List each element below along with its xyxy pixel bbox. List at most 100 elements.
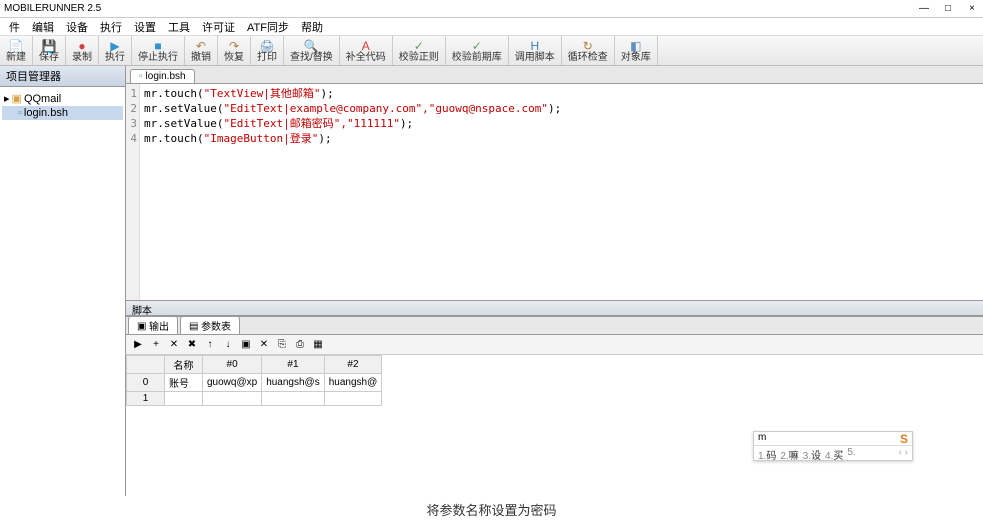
menu-item-6[interactable]: 许可证 xyxy=(197,18,240,36)
param-btn-9[interactable]: ⎙ xyxy=(292,337,308,353)
grid-cell[interactable]: guowq@xp xyxy=(203,374,262,392)
tool-label: 补全代码 xyxy=(346,53,386,63)
param-btn-5[interactable]: ↓ xyxy=(220,337,236,353)
tool-补全代码[interactable]: A补全代码 xyxy=(340,36,393,65)
grid-header[interactable]: #1 xyxy=(262,356,325,374)
ime-candidate[interactable]: 3.设 xyxy=(803,447,821,462)
ime-page-arrows[interactable]: ‹ › xyxy=(899,447,908,462)
tool-label: 恢复 xyxy=(224,53,244,63)
tool-新建[interactable]: 📄新建 xyxy=(0,36,33,65)
param-btn-7[interactable]: ✕ xyxy=(256,337,272,353)
tool-icon: 🖨 xyxy=(259,39,275,53)
param-btn-4[interactable]: ↑ xyxy=(202,337,218,353)
ime-candidate[interactable]: 2.嘛 xyxy=(780,447,798,462)
tool-icon: ↻ xyxy=(580,39,596,53)
tree-root[interactable]: ▸ ▣ QQmail xyxy=(2,91,123,106)
tool-label: 查找/替换 xyxy=(290,53,333,63)
project-tree[interactable]: ▸ ▣ QQmail ▫ login.bsh xyxy=(0,87,125,496)
grid-header[interactable]: 名称 xyxy=(165,356,203,374)
tab-label: 参数表 xyxy=(201,318,231,333)
param-btn-6[interactable]: ▣ xyxy=(238,337,254,353)
grid-cell[interactable]: 0 xyxy=(127,374,165,392)
main-toolbar: 📄新建💾保存●录制▶执行■停止执行↶撤销↷恢复🖨打印🔍查找/替换A补全代码✓校验… xyxy=(0,36,983,66)
line-gutter: 1234 xyxy=(126,84,140,300)
tool-label: 打印 xyxy=(257,53,277,63)
tab-icon: ▤ xyxy=(189,321,199,331)
bottom-tab-0[interactable]: ▣输出 xyxy=(128,316,178,334)
bottom-tab-1[interactable]: ▤参数表 xyxy=(180,316,240,334)
param-grid[interactable]: 名称#0#1#2 0账号guowq@xphuangsh@shuangsh@ 1 xyxy=(126,355,382,406)
grid-cell[interactable]: huangsh@ xyxy=(324,374,382,392)
tool-label: 校验前期库 xyxy=(452,53,502,63)
menu-item-7[interactable]: ATF同步 xyxy=(242,18,294,36)
tool-撤销[interactable]: ↶撤销 xyxy=(185,36,218,65)
tree-file[interactable]: ▫ login.bsh xyxy=(2,106,123,120)
param-btn-8[interactable]: ⎘ xyxy=(274,337,290,353)
tool-校验前期库[interactable]: ✓校验前期库 xyxy=(446,36,509,65)
code-area[interactable]: mr.touch("TextView|其他邮箱");mr.setValue("E… xyxy=(140,84,565,300)
editor-tab[interactable]: ▫ login.bsh xyxy=(130,69,195,83)
ime-candidates[interactable]: 1.码 2.嘛 3.设 4.买 5. ‹ › xyxy=(754,446,912,463)
param-btn-3[interactable]: ✖ xyxy=(184,337,200,353)
param-btn-1[interactable]: + xyxy=(148,337,164,353)
menu-item-8[interactable]: 帮助 xyxy=(296,18,328,36)
tool-调用脚本[interactable]: H调用脚本 xyxy=(509,36,562,65)
param-btn-10[interactable]: ▦ xyxy=(310,337,326,353)
tool-录制[interactable]: ●录制 xyxy=(66,36,99,65)
ime-candidate[interactable]: 5. xyxy=(847,447,855,462)
tool-icon: ↶ xyxy=(193,39,209,53)
tool-执行[interactable]: ▶执行 xyxy=(99,36,132,65)
tool-保存[interactable]: 💾保存 xyxy=(33,36,66,65)
menu-item-5[interactable]: 工具 xyxy=(163,18,195,36)
tree-root-label: QQmail xyxy=(24,93,61,105)
bottom-panel: ▣输出▤参数表 ▶+✕✖↑↓▣✕⎘⎙▦ 名称#0#1#20账号guowq@xph… xyxy=(126,316,983,496)
tool-查找/替换[interactable]: 🔍查找/替换 xyxy=(284,36,340,65)
project-panel: 项目管理器 ▸ ▣ QQmail ▫ login.bsh xyxy=(0,66,126,496)
close-button[interactable]: × xyxy=(965,3,979,14)
editor-tabstrip: ▫ login.bsh xyxy=(126,66,983,84)
grid-cell[interactable] xyxy=(203,392,262,406)
code-editor[interactable]: 1234 mr.touch("TextView|其他邮箱");mr.setVal… xyxy=(126,84,983,300)
tree-file-label: login.bsh xyxy=(24,107,68,119)
grid-cell[interactable] xyxy=(324,392,382,406)
tool-停止执行[interactable]: ■停止执行 xyxy=(132,36,185,65)
menu-item-2[interactable]: 设备 xyxy=(61,18,93,36)
tool-对象库[interactable]: ◧对象库 xyxy=(615,36,658,65)
tool-校验正则[interactable]: ✓校验正则 xyxy=(393,36,446,65)
param-btn-0[interactable]: ▶ xyxy=(130,337,146,353)
tool-label: 撤销 xyxy=(191,53,211,63)
grid-cell[interactable]: huangsh@s xyxy=(262,374,325,392)
tool-label: 保存 xyxy=(39,53,59,63)
expand-icon[interactable]: ▸ xyxy=(4,92,10,105)
ime-logo-icon: S xyxy=(900,432,908,445)
grid-cell[interactable]: 1 xyxy=(127,392,165,406)
menu-item-3[interactable]: 执行 xyxy=(95,18,127,36)
ime-candidate[interactable]: 4.买 xyxy=(825,447,843,462)
grid-cell[interactable] xyxy=(165,392,203,406)
tool-label: 校验正则 xyxy=(399,53,439,63)
app-title: MOBILERUNNER 2.5 xyxy=(4,3,101,14)
file-icon: ▫ xyxy=(18,107,22,119)
tool-label: 新建 xyxy=(6,53,26,63)
tool-icon: ↷ xyxy=(226,39,242,53)
menu-item-0[interactable]: 件 xyxy=(4,18,25,36)
grid-header[interactable]: #0 xyxy=(203,356,262,374)
grid-cell[interactable] xyxy=(262,392,325,406)
grid-header[interactable] xyxy=(127,356,165,374)
tool-循环检查[interactable]: ↻循环检查 xyxy=(562,36,615,65)
grid-cell[interactable]: 账号 xyxy=(165,374,203,392)
tool-label: 循环检查 xyxy=(568,53,608,63)
grid-header[interactable]: #2 xyxy=(324,356,382,374)
maximize-button[interactable]: □ xyxy=(941,3,955,14)
tool-icon: ◧ xyxy=(628,39,644,53)
tool-label: 执行 xyxy=(105,53,125,63)
minimize-button[interactable]: — xyxy=(917,3,931,14)
tool-打印[interactable]: 🖨打印 xyxy=(251,36,284,65)
tool-恢复[interactable]: ↷恢复 xyxy=(218,36,251,65)
ime-popup[interactable]: m S 1.码2.嘛3.设4.买5.‹ › xyxy=(753,431,913,461)
menu-item-1[interactable]: 编辑 xyxy=(27,18,59,36)
tool-label: 调用脚本 xyxy=(515,53,555,63)
menu-item-4[interactable]: 设置 xyxy=(129,18,161,36)
ime-candidate[interactable]: 1.码 xyxy=(758,447,776,462)
param-btn-2[interactable]: ✕ xyxy=(166,337,182,353)
